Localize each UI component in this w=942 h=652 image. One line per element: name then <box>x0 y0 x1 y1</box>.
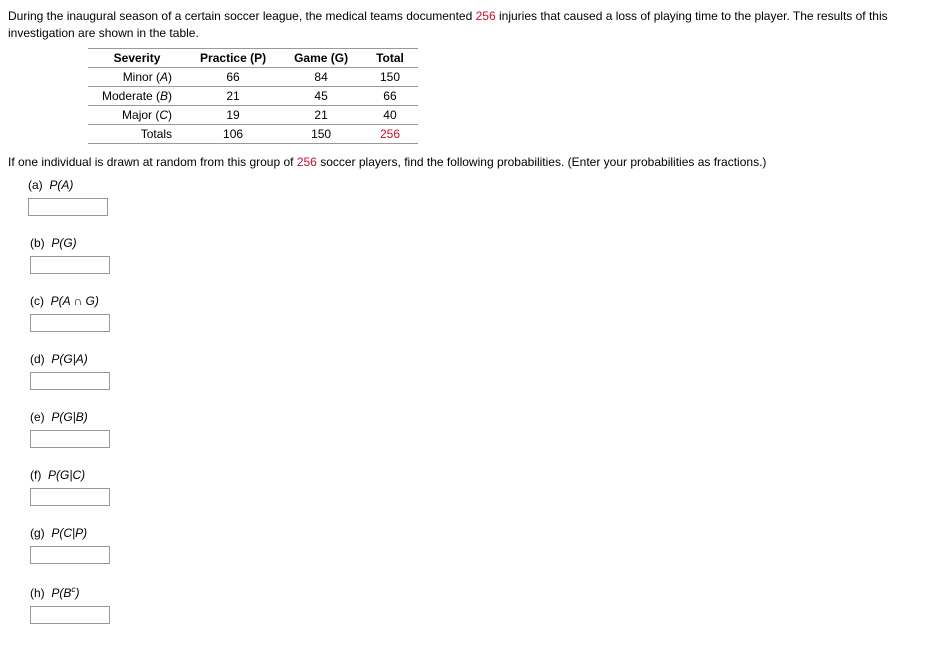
question-h-prob: P(Bc) <box>51 586 79 600</box>
instruction-count: 256 <box>297 155 317 169</box>
answer-c-input[interactable] <box>30 314 110 332</box>
question-f-tag: (f) <box>30 468 41 482</box>
col-game: Game (G) <box>280 48 362 67</box>
question-g: (g) P(C|P) <box>30 526 934 564</box>
question-d: (d) P(G|A) <box>30 352 934 390</box>
question-d-tag: (d) <box>30 352 45 366</box>
answer-b-input[interactable] <box>30 256 110 274</box>
intro-prefix: During the inaugural season of a certain… <box>8 9 476 23</box>
intro-count: 256 <box>476 9 496 23</box>
question-c-prob: P(A ∩ G) <box>51 294 99 308</box>
table-header-row: Severity Practice (P) Game (G) Total <box>88 48 418 67</box>
cell-total: 66 <box>362 86 418 105</box>
question-f-label: (f) P(G|C) <box>30 468 934 482</box>
cell-label: Moderate (B) <box>88 86 186 105</box>
instruction-text: If one individual is drawn at random fro… <box>8 154 934 171</box>
question-h-tag: (h) <box>30 586 45 600</box>
question-f: (f) P(G|C) <box>30 468 934 506</box>
cell-label: Minor (A) <box>88 67 186 86</box>
answer-h-input[interactable] <box>30 606 110 624</box>
instruction-prefix: If one individual is drawn at random fro… <box>8 155 297 169</box>
severity-table: Severity Practice (P) Game (G) Total Min… <box>88 48 418 144</box>
cell-total: 150 <box>362 67 418 86</box>
question-b-label: (b) P(G) <box>30 236 934 250</box>
question-a: (a) P(A) <box>28 178 934 216</box>
col-total: Total <box>362 48 418 67</box>
question-d-prob: P(G|A) <box>51 352 87 366</box>
question-c-label: (c) P(A ∩ G) <box>30 294 934 308</box>
question-e: (e) P(G|B) <box>30 410 934 448</box>
question-d-label: (d) P(G|A) <box>30 352 934 366</box>
cell-practice: 66 <box>186 67 280 86</box>
question-g-tag: (g) <box>30 526 45 540</box>
cell-label: Major (C) <box>88 105 186 124</box>
cell-label: Totals <box>88 124 186 143</box>
question-b: (b) P(G) <box>30 236 934 274</box>
question-g-prob: P(C|P) <box>51 526 87 540</box>
instruction-suffix: soccer players, find the following proba… <box>317 155 767 169</box>
answer-a-input[interactable] <box>28 198 108 216</box>
question-e-tag: (e) <box>30 410 45 424</box>
intro-text: During the inaugural season of a certain… <box>8 8 934 42</box>
question-g-label: (g) P(C|P) <box>30 526 934 540</box>
question-b-tag: (b) <box>30 236 45 250</box>
question-h: (h) P(Bc) <box>30 584 934 624</box>
cell-game: 45 <box>280 86 362 105</box>
question-c-tag: (c) <box>30 294 44 308</box>
answer-f-input[interactable] <box>30 488 110 506</box>
question-a-prob: P(A) <box>49 178 73 192</box>
answer-e-input[interactable] <box>30 430 110 448</box>
table-row: Major (C) 19 21 40 <box>88 105 418 124</box>
question-e-prob: P(G|B) <box>51 410 87 424</box>
cell-practice: 106 <box>186 124 280 143</box>
question-a-tag: (a) <box>28 178 43 192</box>
cell-game: 84 <box>280 67 362 86</box>
cell-game: 21 <box>280 105 362 124</box>
cell-practice: 21 <box>186 86 280 105</box>
question-a-label: (a) P(A) <box>28 178 934 192</box>
question-e-label: (e) P(G|B) <box>30 410 934 424</box>
question-f-prob: P(G|C) <box>48 468 85 482</box>
cell-total: 40 <box>362 105 418 124</box>
answer-d-input[interactable] <box>30 372 110 390</box>
table-row-totals: Totals 106 150 256 <box>88 124 418 143</box>
table-row: Moderate (B) 21 45 66 <box>88 86 418 105</box>
col-severity: Severity <box>88 48 186 67</box>
question-h-label: (h) P(Bc) <box>30 584 934 600</box>
answer-g-input[interactable] <box>30 546 110 564</box>
cell-practice: 19 <box>186 105 280 124</box>
question-c: (c) P(A ∩ G) <box>30 294 934 332</box>
col-practice: Practice (P) <box>186 48 280 67</box>
table-row: Minor (A) 66 84 150 <box>88 67 418 86</box>
question-b-prob: P(G) <box>51 236 76 250</box>
cell-total: 256 <box>362 124 418 143</box>
cell-game: 150 <box>280 124 362 143</box>
